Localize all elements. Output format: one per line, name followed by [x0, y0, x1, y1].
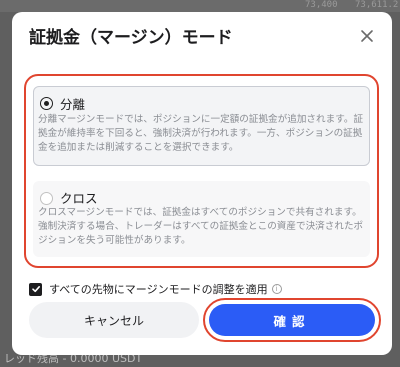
dialog-title: 証拠金（マージン）モード: [29, 28, 233, 48]
confirm-button[interactable]: 確認: [209, 304, 375, 336]
radio-selected-icon[interactable]: [40, 97, 53, 110]
checkmark-icon: [31, 286, 40, 293]
apply-all-row: すべての先物にマージンモードの調整を適用 i: [29, 281, 282, 297]
margin-mode-dialog: 証拠金（マージン）モード 分離 分離マージンモードでは、ポジションに一定額の証拠…: [12, 12, 392, 355]
apply-all-label: すべての先物にマージンモードの調整を適用: [49, 283, 268, 296]
option-isolated[interactable]: 分離 分離マージンモードでは、ポジションに一定額の証拠金が追加されます。証拠金が…: [33, 86, 370, 166]
background-price-b: 73,611.2: [355, 0, 399, 10]
background-price-a: 73,400: [305, 0, 338, 10]
radio-unselected-icon[interactable]: [40, 192, 53, 205]
cancel-button[interactable]: キャンセル: [29, 302, 199, 338]
option-cross-label: クロス: [60, 191, 98, 206]
info-icon[interactable]: i: [271, 284, 282, 294]
option-isolated-label: 分離: [60, 97, 86, 112]
option-isolated-description: 分離マージンモードでは、ポジションに一定額の証拠金が追加されます。証拠金が維持率…: [38, 114, 364, 153]
close-icon[interactable]: [358, 27, 376, 45]
option-cross[interactable]: クロス クロスマージンモードでは、証拠金はすべてのポジションで共有されます。強制…: [33, 181, 370, 257]
margin-option-group: 分離 分離マージンモードでは、ポジションに一定額の証拠金が追加されます。証拠金が…: [24, 74, 379, 268]
apply-all-checkbox[interactable]: [29, 282, 42, 296]
option-cross-description: クロスマージンモードでは、証拠金はすべてのポジションで共有されます。強制決済する…: [38, 207, 364, 246]
backdrop-header: [0, 0, 400, 12]
